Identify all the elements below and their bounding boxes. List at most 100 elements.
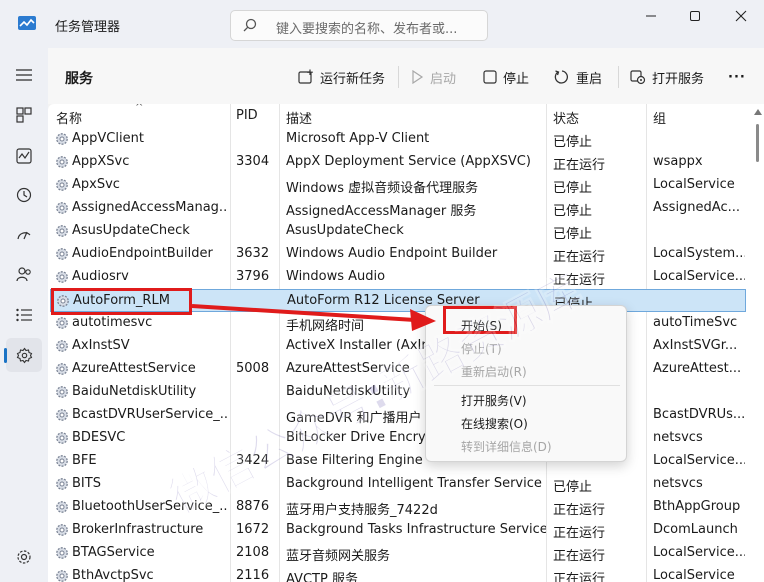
cell-status: 正在运行 bbox=[553, 503, 606, 518]
cell-description: AppX Deployment Service (AppXSVC) bbox=[286, 154, 531, 169]
service-gear-icon bbox=[56, 271, 68, 283]
table-row[interactable]: BFE 3424 Base Filtering Engine LocalService… bbox=[50, 450, 746, 473]
toolbar-divider bbox=[398, 66, 399, 88]
service-gear-icon bbox=[56, 455, 68, 467]
run-new-task-button[interactable]: 运行新任务 bbox=[298, 67, 385, 87]
column-header-group[interactable]: 组 bbox=[653, 108, 666, 127]
toolbar-divider bbox=[618, 66, 619, 88]
details-icon bbox=[16, 308, 32, 322]
table-row[interactable]: AsusUpdateCheck AsusUpdateCheck 已停止 bbox=[50, 220, 746, 243]
table-row[interactable]: BaiduNetdiskUtility BaiduNetdiskUtility bbox=[50, 381, 746, 404]
maximize-button[interactable] bbox=[684, 6, 706, 26]
nav-item-users[interactable] bbox=[6, 257, 42, 291]
table-row[interactable]: AssignedAccessManag... AssignedAccessMana… bbox=[50, 197, 746, 220]
left-nav bbox=[0, 48, 48, 582]
table-row[interactable]: AppVClient Microsoft App-V Client 已停止 bbox=[50, 128, 746, 151]
open-services-label: 打开服务 bbox=[652, 71, 705, 87]
cell-group: AzureAttest... bbox=[653, 361, 742, 376]
nav-item-processes[interactable] bbox=[6, 98, 42, 132]
cell-description: Microsoft App-V Client bbox=[286, 131, 430, 146]
table-row[interactable]: BDESVC BitLocker Drive Encryp netsvcs bbox=[50, 427, 746, 450]
cell-name: BDESVC bbox=[72, 430, 126, 445]
restart-button[interactable]: 重启 bbox=[554, 67, 602, 87]
history-icon bbox=[16, 187, 32, 203]
table-row[interactable]: BthAvctpSvc 2116 AVCTP 服务 正在运行 LocalService bbox=[50, 565, 746, 582]
play-icon bbox=[412, 70, 424, 84]
nav-menu-button[interactable] bbox=[6, 58, 42, 92]
nav-item-startup[interactable] bbox=[6, 218, 42, 252]
service-gear-icon bbox=[56, 524, 68, 536]
service-gear-icon bbox=[56, 501, 68, 513]
cell-name: BcastDVRUserService_... bbox=[72, 407, 227, 422]
service-gear-icon bbox=[56, 202, 68, 214]
search-input[interactable]: 键入要搜索的名称、发布者或... bbox=[276, 18, 457, 37]
nav-item-app-history[interactable] bbox=[6, 178, 42, 212]
nav-item-performance[interactable] bbox=[6, 139, 42, 173]
cell-status: 已停止 bbox=[553, 204, 593, 219]
search-box[interactable]: 键入要搜索的名称、发布者或... bbox=[230, 10, 488, 41]
app-title: 任务管理器 bbox=[55, 20, 121, 35]
column-header-status[interactable]: 状态 bbox=[553, 108, 579, 127]
annotation-arrow bbox=[191, 304, 436, 331]
minimize-button[interactable] bbox=[640, 6, 662, 26]
cell-group: BcastDVRUs... bbox=[653, 407, 745, 422]
cell-status: 正在运行 bbox=[553, 250, 606, 265]
start-button[interactable]: 启动 bbox=[410, 67, 456, 87]
more-options-button[interactable]: ··· bbox=[728, 67, 746, 87]
table-row[interactable]: BITS Background Intelligent Transfer Serv… bbox=[50, 473, 746, 496]
close-button[interactable] bbox=[730, 6, 752, 26]
menu-item-restart[interactable]: 重新启动(R) bbox=[461, 363, 527, 380]
cell-group: LocalSystem... bbox=[653, 246, 745, 261]
table-row[interactable]: AppXSvc 3304 AppX Deployment Service (AppX… bbox=[50, 151, 746, 174]
cell-name: Audiosrv bbox=[72, 269, 129, 284]
cell-description: 蓝牙音频网关服务 bbox=[286, 549, 391, 564]
scrollbar-thumb[interactable] bbox=[756, 124, 759, 162]
services-table: ^ 名称 PID 描述 状态 组 AppVClient Microsoft App… bbox=[48, 104, 764, 582]
service-gear-icon bbox=[56, 133, 68, 145]
cell-name: ApxSvc bbox=[72, 177, 120, 192]
settings-icon bbox=[17, 550, 31, 564]
table-row[interactable]: BrokerInfrastructure 1672 Background Tasks… bbox=[50, 519, 746, 542]
column-header-name[interactable]: 名称 bbox=[56, 108, 82, 127]
cell-pid: 2116 bbox=[236, 568, 270, 582]
cell-description: AsusUpdateCheck bbox=[286, 223, 404, 238]
sort-ascending-icon: ^ bbox=[135, 104, 144, 113]
table-row[interactable]: ApxSvc Windows 虚拟音频设备代理服务 已停止 LocalService bbox=[50, 174, 746, 197]
menu-item-stop[interactable]: 停止(T) bbox=[461, 340, 502, 357]
minimize-icon bbox=[646, 15, 656, 17]
cell-name: AudioEndpointBuilder bbox=[72, 246, 213, 261]
column-header-pid[interactable]: PID bbox=[236, 108, 258, 123]
menu-item-go-to-details[interactable]: 转到详细信息(D) bbox=[461, 438, 552, 455]
open-services-button[interactable]: 打开服务 bbox=[630, 67, 704, 87]
nav-item-details[interactable] bbox=[6, 298, 42, 332]
cell-name: BrokerInfrastructure bbox=[72, 522, 204, 537]
cell-status: 正在运行 bbox=[553, 572, 606, 582]
cell-group: LocalService bbox=[653, 177, 735, 192]
close-icon bbox=[735, 10, 747, 22]
stop-button[interactable]: 停止 bbox=[483, 67, 529, 87]
cell-group: DcomLaunch bbox=[653, 522, 738, 537]
nav-item-services[interactable] bbox=[4, 338, 42, 372]
table-row[interactable]: Audiosrv 3796 Windows Audio 正在运行 LocalServic… bbox=[50, 266, 746, 289]
cell-description: Windows Audio bbox=[286, 269, 386, 284]
cell-description: Windows 虚拟音频设备代理服务 bbox=[286, 181, 479, 196]
cell-name: AppXSvc bbox=[72, 154, 130, 169]
cell-name: AzureAttestService bbox=[72, 361, 196, 376]
nav-item-settings[interactable] bbox=[6, 540, 42, 574]
menu-item-open-services[interactable]: 打开服务(V) bbox=[461, 392, 527, 409]
cell-status: 正在运行 bbox=[553, 549, 606, 564]
cell-pid: 1672 bbox=[236, 522, 270, 537]
vertical-scrollbar[interactable] bbox=[751, 104, 764, 582]
table-row[interactable]: BluetoothUserService_... 8876 蓝牙用户支持服务_742… bbox=[50, 496, 746, 519]
cell-group: netsvcs bbox=[653, 476, 703, 491]
table-row[interactable]: BTAGService 2108 蓝牙音频网关服务 正在运行 LocalService.… bbox=[50, 542, 746, 565]
table-row[interactable]: AudioEndpointBuilder 3632 Windows Audio En… bbox=[50, 243, 746, 266]
service-gear-icon bbox=[56, 432, 68, 444]
cell-group: LocalService... bbox=[653, 269, 745, 284]
run-new-task-label: 运行新任务 bbox=[320, 71, 386, 87]
table-row[interactable]: BcastDVRUserService_... GameDVR 和广播用户 Bcas… bbox=[50, 404, 746, 427]
cell-description: AVCTP 服务 bbox=[286, 572, 358, 582]
column-header-description[interactable]: 描述 bbox=[286, 108, 312, 127]
menu-item-search-online[interactable]: 在线搜索(O) bbox=[461, 415, 528, 432]
table-row[interactable]: AzureAttestService 5008 AzureAttestService… bbox=[50, 358, 746, 381]
